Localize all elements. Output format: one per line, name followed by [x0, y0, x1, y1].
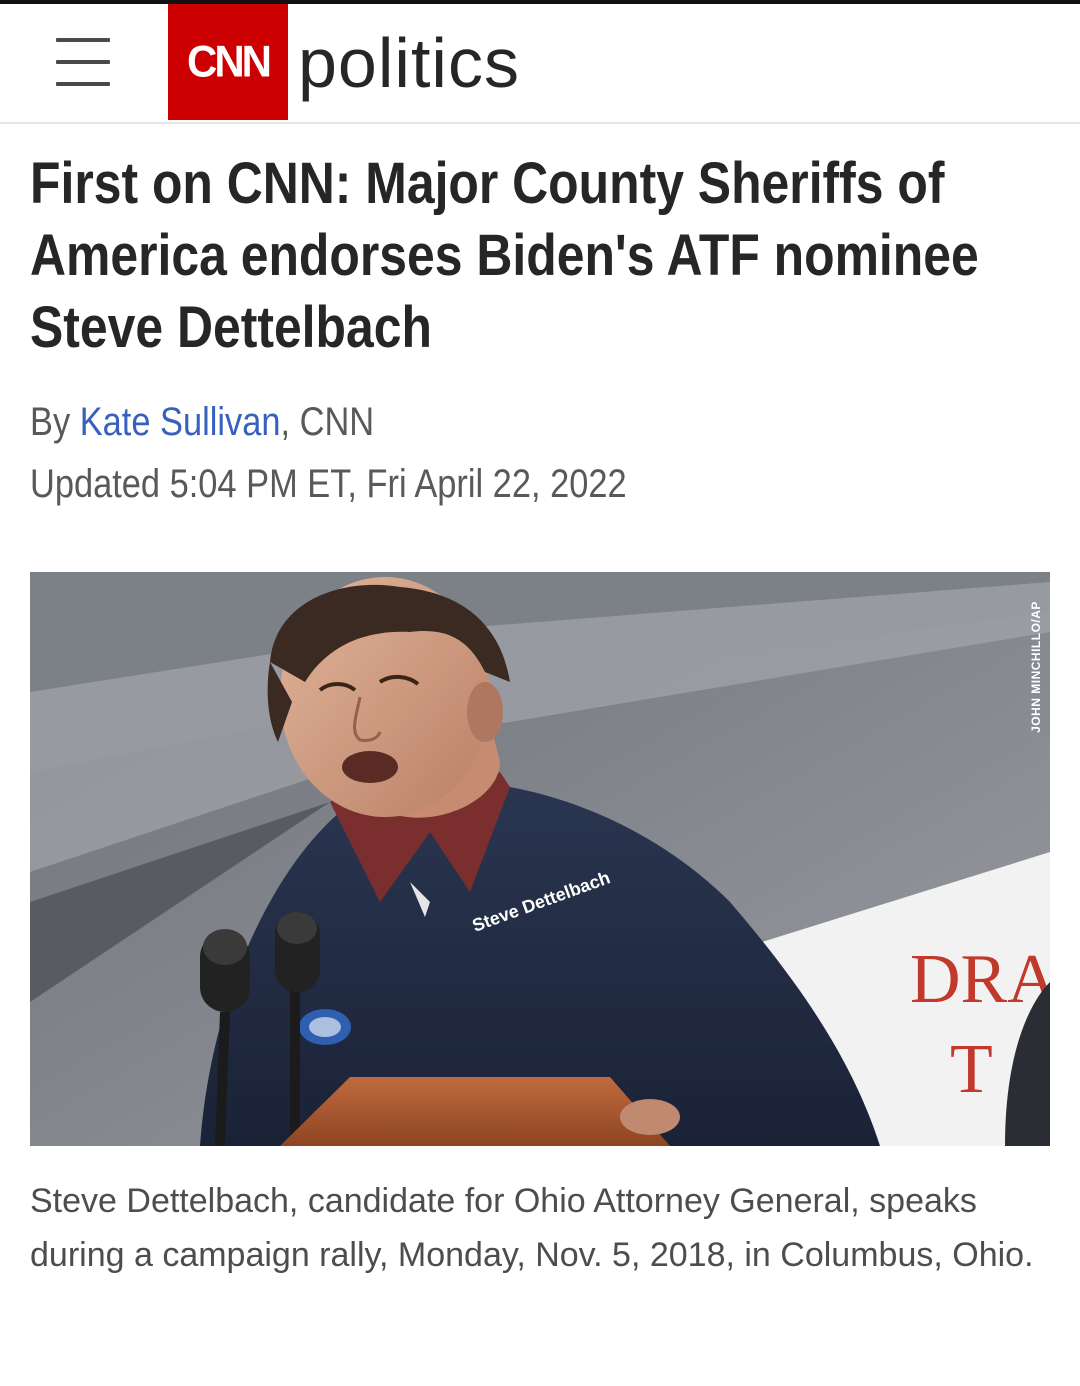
author-link[interactable]: Kate Sullivan: [80, 400, 281, 444]
photo-caption: Steve Dettelbach, candidate for Ohio Att…: [30, 1182, 1034, 1274]
hamburger-menu-icon[interactable]: [56, 36, 110, 88]
byline: By Kate Sullivan, CNN: [30, 396, 374, 448]
cnn-logo[interactable]: CNN: [168, 4, 288, 120]
photo-illustration: DRA T Steve Dettelbach: [30, 572, 1050, 1146]
photo-credit: JOHN MINCHILLO/AP: [1029, 601, 1043, 733]
banner-text: DRA: [910, 941, 1050, 1018]
banner-text-2: T: [950, 1031, 993, 1108]
article-headline: First on CNN: Major County Sheriffs of A…: [30, 151, 979, 360]
site-header: CNN politics: [0, 4, 1080, 124]
section-name[interactable]: politics: [298, 18, 520, 108]
article-photo[interactable]: DRA T Steve Dettelbach JOHN MINCHILLO/AP: [30, 572, 1050, 1146]
byline-suffix: , CNN: [280, 400, 375, 444]
updated-timestamp: Updated 5:04 PM ET, Fri April 22, 2022: [30, 462, 627, 506]
byline-prefix: By: [30, 400, 80, 444]
cnn-logo-text: CNN: [187, 36, 272, 87]
